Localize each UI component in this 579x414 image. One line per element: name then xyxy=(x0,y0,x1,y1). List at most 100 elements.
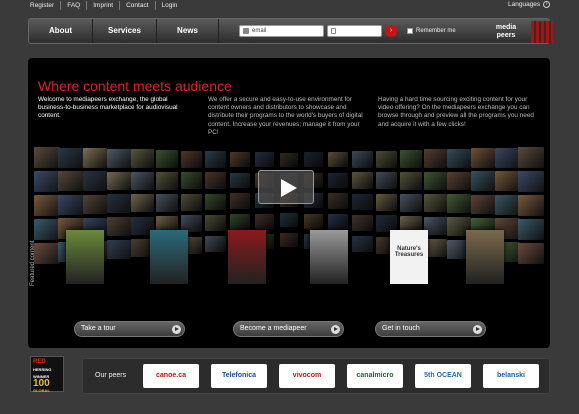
contact-link[interactable]: Contact xyxy=(120,1,156,10)
remember-me[interactable]: Remember me xyxy=(407,28,456,34)
video-thumbnail[interactable] xyxy=(352,236,373,253)
languages-menu[interactable]: Languages › xyxy=(508,1,551,8)
featured-poster[interactable] xyxy=(66,230,104,284)
video-thumbnail[interactable] xyxy=(205,214,226,232)
nav-news[interactable]: News xyxy=(157,19,219,43)
featured-poster[interactable] xyxy=(228,230,266,284)
video-thumbnail[interactable] xyxy=(34,195,60,216)
video-thumbnail[interactable] xyxy=(58,194,84,215)
video-thumbnail[interactable] xyxy=(376,172,398,190)
featured-poster[interactable]: Nature's Treasures xyxy=(390,230,428,284)
register-link[interactable]: Register xyxy=(30,1,62,10)
remember-checkbox[interactable] xyxy=(407,28,413,34)
video-thumbnail[interactable] xyxy=(131,149,155,168)
featured-poster[interactable] xyxy=(150,230,188,284)
video-thumbnail[interactable] xyxy=(34,171,60,192)
video-thumbnail[interactable] xyxy=(494,147,520,168)
mediapeers-logo[interactable]: media peers xyxy=(481,21,553,43)
peer-logo[interactable]: belanski xyxy=(483,364,539,388)
video-thumbnail[interactable] xyxy=(447,171,472,191)
video-thumbnail[interactable] xyxy=(230,172,250,189)
video-thumbnail[interactable] xyxy=(131,194,155,213)
video-thumbnail[interactable] xyxy=(131,171,155,191)
video-thumbnail[interactable] xyxy=(328,193,348,210)
video-thumbnail[interactable] xyxy=(352,193,373,210)
video-thumbnail[interactable] xyxy=(518,219,544,240)
video-thumbnail[interactable] xyxy=(352,172,373,189)
video-thumbnail[interactable] xyxy=(376,150,398,168)
take-tour-button[interactable]: Take a tour xyxy=(74,321,185,337)
video-thumbnail[interactable] xyxy=(205,172,226,189)
video-thumbnail[interactable] xyxy=(494,171,520,192)
faq-link[interactable]: FAQ xyxy=(61,1,88,10)
video-thumbnail[interactable] xyxy=(34,147,60,168)
login-link[interactable]: Login xyxy=(156,1,184,10)
video-thumbnail[interactable] xyxy=(82,148,107,168)
video-thumbnail[interactable] xyxy=(423,171,447,191)
video-thumbnail[interactable] xyxy=(471,171,496,191)
video-thumbnail[interactable] xyxy=(328,172,348,189)
video-thumbnail[interactable] xyxy=(376,193,398,211)
play-icon[interactable] xyxy=(258,170,314,204)
video-thumbnail[interactable] xyxy=(280,233,298,248)
featured-poster[interactable] xyxy=(310,230,348,284)
video-thumbnail[interactable] xyxy=(205,193,226,210)
video-thumbnail[interactable] xyxy=(494,194,520,215)
video-thumbnail[interactable] xyxy=(447,194,472,214)
video-thumbnail[interactable] xyxy=(82,194,107,215)
video-thumbnail[interactable] xyxy=(230,214,250,230)
imprint-link[interactable]: Imprint xyxy=(87,1,121,10)
video-thumbnail[interactable] xyxy=(304,152,323,168)
video-thumbnail[interactable] xyxy=(280,213,298,228)
video-thumbnail[interactable] xyxy=(156,172,178,190)
video-thumbnail[interactable] xyxy=(328,214,348,230)
video-thumbnail[interactable] xyxy=(400,194,422,212)
get-in-touch-button[interactable]: Get in touch xyxy=(375,321,486,337)
video-thumbnail[interactable] xyxy=(352,214,373,232)
video-thumbnail[interactable] xyxy=(106,217,131,237)
peer-logo[interactable]: canoe.ca xyxy=(143,364,199,388)
video-thumbnail[interactable] xyxy=(518,195,544,216)
peer-logo[interactable]: 5th OCEAN xyxy=(415,364,471,388)
video-thumbnail[interactable] xyxy=(423,149,447,168)
video-thumbnail[interactable] xyxy=(106,148,131,168)
video-thumbnail[interactable] xyxy=(180,172,202,190)
video-thumbnail[interactable] xyxy=(180,193,202,211)
video-thumbnail[interactable] xyxy=(230,151,250,168)
video-thumbnail[interactable] xyxy=(471,194,496,215)
video-thumbnail[interactable] xyxy=(82,171,107,191)
video-thumbnail[interactable] xyxy=(156,194,178,212)
video-thumbnail[interactable] xyxy=(471,148,496,168)
video-thumbnail[interactable] xyxy=(34,243,60,264)
video-thumbnail[interactable] xyxy=(518,243,544,264)
video-thumbnail[interactable] xyxy=(304,213,323,229)
video-thumbnail[interactable] xyxy=(106,194,131,214)
video-thumbnail[interactable] xyxy=(423,194,447,213)
peer-logo[interactable]: vivocom xyxy=(279,364,335,388)
video-thumbnail[interactable] xyxy=(34,219,60,240)
video-thumbnail[interactable] xyxy=(328,151,348,168)
video-thumbnail[interactable] xyxy=(180,150,202,168)
email-field[interactable]: email xyxy=(239,25,324,37)
video-thumbnail[interactable] xyxy=(205,151,226,168)
password-field[interactable] xyxy=(327,25,382,37)
login-submit-button[interactable]: › xyxy=(385,25,397,37)
video-thumbnail[interactable] xyxy=(106,171,131,191)
become-mediapeer-button[interactable]: Become a mediapeer xyxy=(233,321,344,337)
video-thumbnail[interactable] xyxy=(58,171,84,192)
nav-services[interactable]: Services xyxy=(93,19,157,43)
video-thumbnail[interactable] xyxy=(58,147,84,168)
peer-logo[interactable]: canalmicro xyxy=(347,364,403,388)
video-thumbnail[interactable] xyxy=(352,151,373,168)
video-thumbnail[interactable] xyxy=(230,193,250,210)
video-thumbnail[interactable] xyxy=(156,150,178,168)
video-thumbnail[interactable] xyxy=(447,148,472,168)
video-thumbnail[interactable] xyxy=(106,240,131,259)
peer-logo[interactable]: Telefonica xyxy=(211,364,267,388)
featured-poster[interactable] xyxy=(466,230,504,284)
video-thumbnail[interactable] xyxy=(400,150,422,168)
video-thumbnail[interactable] xyxy=(255,213,274,229)
nav-about[interactable]: About xyxy=(29,19,93,43)
video-thumbnail[interactable] xyxy=(400,172,422,190)
video-thumbnail[interactable] xyxy=(205,236,226,253)
